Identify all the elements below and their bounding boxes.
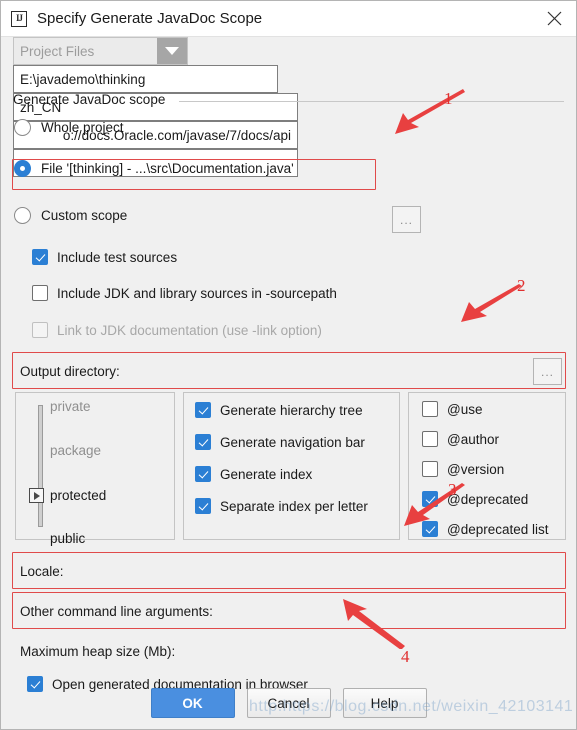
- checkbox-indicator: [32, 249, 48, 265]
- checkbox-generate-hierarchy-tree[interactable]: Generate hierarchy tree: [195, 402, 363, 418]
- radio-label-whole-project: Whole project: [41, 120, 124, 135]
- visibility-level-package[interactable]: package: [50, 443, 101, 458]
- checkbox-indicator: [195, 402, 211, 418]
- intellij-idea-icon: IJ: [11, 10, 27, 27]
- generate-options-panel: Generate hierarchy tree Generate navigat…: [183, 392, 400, 540]
- close-icon[interactable]: [532, 1, 576, 36]
- checkbox-tag-version[interactable]: @version: [422, 461, 504, 477]
- checkbox-label-generate-hierarchy-tree: Generate hierarchy tree: [220, 402, 363, 418]
- checkbox-label-include-test-sources: Include test sources: [57, 249, 178, 265]
- tag-options-panel: @use @author @version @deprecated @depre…: [408, 392, 566, 540]
- visibility-level-public[interactable]: public: [50, 531, 85, 546]
- window-title: Specify Generate JavaDoc Scope: [37, 10, 263, 27]
- checkbox-indicator: [422, 431, 438, 447]
- checkbox-tag-use[interactable]: @use: [422, 401, 482, 417]
- ok-button[interactable]: OK: [150, 688, 235, 718]
- radio-indicator: [14, 207, 31, 224]
- radio-indicator: [14, 119, 31, 136]
- checkbox-tag-deprecated[interactable]: @deprecated: [422, 491, 528, 507]
- watermark: http:https://blog.csdn.net/weixin_421031…: [249, 698, 574, 715]
- javadoc-scope-dialog: IJ Specify Generate JavaDoc Scope Genera…: [0, 0, 577, 730]
- checkbox-indicator: [195, 498, 211, 514]
- chevron-down-icon[interactable]: [157, 38, 187, 64]
- annotation-number-1: 1: [444, 89, 453, 108]
- checkbox-generate-navigation-bar[interactable]: Generate navigation bar: [195, 434, 365, 450]
- radio-label-custom-scope: Custom scope: [41, 208, 128, 223]
- checkbox-separate-index-per-letter[interactable]: Separate index per letter: [195, 498, 368, 514]
- checkbox-indicator: [32, 285, 48, 301]
- checkbox-link-jdk-documentation: Link to JDK documentation (use -link opt…: [32, 322, 322, 338]
- custom-scope-value: Project Files: [20, 43, 95, 59]
- checkbox-indicator: [195, 466, 211, 482]
- slider-thumb-icon[interactable]: [29, 488, 44, 503]
- output-directory-value: E:\javademo\thinking: [20, 71, 146, 87]
- checkbox-generate-index[interactable]: Generate index: [195, 466, 312, 482]
- checkbox-label-tag-deprecated-list: @deprecated list: [447, 521, 549, 537]
- output-directory-browse-button[interactable]: ...: [533, 358, 562, 385]
- output-directory-input[interactable]: E:\javademo\thinking: [13, 65, 278, 93]
- checkbox-label-tag-author: @author: [447, 431, 499, 447]
- checkbox-label-tag-deprecated: @deprecated: [447, 491, 529, 507]
- checkbox-indicator: [422, 491, 438, 507]
- scope-group-legend: Generate JavaDoc scope: [13, 92, 166, 107]
- checkbox-label-include-jdk-sources: Include JDK and library sources in -sour…: [57, 285, 337, 301]
- radio-file-scope[interactable]: File '[thinking] - ...\src\Documentation…: [14, 160, 294, 177]
- group-divider: [179, 101, 564, 102]
- visibility-level-protected[interactable]: protected: [50, 488, 106, 503]
- checkbox-label-tag-version: @version: [447, 461, 505, 477]
- highlight-box-3: [12, 552, 566, 589]
- checkbox-label-tag-use: @use: [447, 401, 483, 417]
- checkbox-indicator: [422, 521, 438, 537]
- checkbox-include-jdk-sources[interactable]: Include JDK and library sources in -sour…: [32, 285, 337, 301]
- annotation-number-4: 4: [401, 647, 410, 666]
- checkbox-include-test-sources[interactable]: Include test sources: [32, 249, 177, 265]
- radio-custom-scope[interactable]: Custom scope: [14, 207, 127, 224]
- checkbox-indicator-disabled: [32, 322, 48, 338]
- annotation-number-2: 2: [517, 276, 526, 295]
- custom-scope-browse-button[interactable]: ...: [392, 206, 421, 233]
- visibility-panel[interactable]: private package protected public: [15, 392, 175, 546]
- checkbox-indicator: [195, 434, 211, 450]
- radio-indicator-selected: [14, 160, 31, 177]
- checkbox-label-link-jdk-documentation: Link to JDK documentation (use -link opt…: [57, 322, 322, 338]
- annotation-number-3: 3: [448, 480, 457, 499]
- checkbox-tag-author[interactable]: @author: [422, 431, 499, 447]
- visibility-slider-track[interactable]: [38, 405, 43, 527]
- heap-size-label: Maximum heap size (Mb):: [20, 644, 176, 659]
- radio-label-file-scope: File '[thinking] - ...\src\Documentation…: [41, 161, 294, 176]
- checkbox-tag-deprecated-list[interactable]: @deprecated list: [422, 521, 549, 537]
- checkbox-label-separate-index-per-letter: Separate index per letter: [220, 498, 368, 514]
- checkbox-label-generate-navigation-bar: Generate navigation bar: [220, 434, 365, 450]
- cmdline-label: Other command line arguments:: [20, 604, 213, 619]
- visibility-level-private[interactable]: private: [50, 399, 91, 414]
- radio-whole-project[interactable]: Whole project: [14, 119, 124, 136]
- checkbox-indicator: [422, 401, 438, 417]
- dialog-body: Generate JavaDoc scope Whole project Fil…: [1, 37, 576, 729]
- custom-scope-combo[interactable]: Project Files: [13, 37, 188, 65]
- output-directory-label: Output directory:: [20, 364, 120, 379]
- checkbox-indicator: [422, 461, 438, 477]
- title-bar: IJ Specify Generate JavaDoc Scope: [1, 1, 576, 37]
- checkbox-label-generate-index: Generate index: [220, 466, 313, 482]
- locale-label: Locale:: [20, 564, 64, 579]
